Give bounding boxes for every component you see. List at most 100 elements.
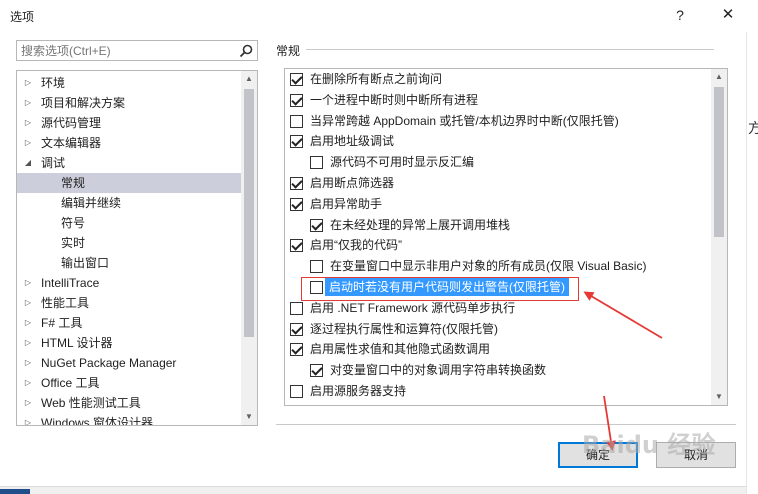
tree-item-label: 环境 — [41, 76, 66, 90]
checkbox-checked[interactable] — [290, 239, 303, 253]
tree-item-label: 源代码管理 — [41, 116, 102, 130]
option-row[interactable]: 在未经处理的异常上展开调用堆栈 — [285, 215, 705, 235]
tree-item-label: F# 工具 — [41, 316, 83, 330]
tree-item[interactable]: ▷ F# 工具 — [17, 313, 241, 333]
tree-item[interactable]: ▷ 文本编辑器 — [17, 133, 241, 153]
search-box[interactable] — [16, 40, 258, 61]
search-icon[interactable] — [238, 43, 254, 59]
option-row[interactable]: 启用“仅我的代码” — [285, 235, 705, 255]
option-row[interactable]: 启用属性求值和其他隐式函数调用 — [285, 339, 705, 359]
collapsed-arrow-icon[interactable]: ▷ — [23, 373, 33, 393]
collapsed-arrow-icon[interactable]: ▷ — [23, 133, 33, 153]
collapsed-arrow-icon[interactable]: ▷ — [23, 93, 33, 113]
tree-item[interactable]: ▷ Office 工具 — [17, 373, 241, 393]
checkbox-unchecked[interactable] — [290, 114, 303, 128]
option-label: 启用源服务器支持 — [310, 384, 407, 398]
collapsed-arrow-icon[interactable]: ▷ — [23, 113, 33, 133]
tree-item-label: 文本编辑器 — [41, 136, 102, 150]
scroll-up-icon[interactable]: ▲ — [241, 71, 257, 87]
tree-item-label: HTML 设计器 — [41, 336, 113, 350]
search-input[interactable] — [17, 41, 235, 60]
option-row[interactable]: 启用地址级调试 — [285, 131, 705, 151]
checkbox-checked[interactable] — [290, 135, 303, 149]
checkbox-checked[interactable] — [290, 177, 303, 190]
tree-item[interactable]: ▷ 项目和解决方案 — [17, 93, 241, 113]
tree-item[interactable]: 符号 — [17, 213, 241, 233]
collapsed-arrow-icon[interactable]: ▷ — [23, 273, 33, 293]
tree-item[interactable]: ▷ Web 性能测试工具 — [17, 393, 241, 413]
tree-item[interactable]: ▷ 性能工具 — [17, 293, 241, 313]
collapsed-arrow-icon[interactable]: ▷ — [23, 293, 33, 313]
checkbox-unchecked[interactable] — [310, 260, 323, 274]
option-label: 在变量窗口中显示非用户对象的所有成员(仅限 Visual Basic) — [330, 259, 647, 274]
tree-item-label: Office 工具 — [41, 376, 100, 390]
ok-button[interactable]: 确定 — [558, 442, 638, 468]
tree-item[interactable]: 常规 — [17, 173, 241, 193]
help-button[interactable]: ? — [665, 3, 695, 27]
tree-item[interactable]: 输出窗口 — [17, 253, 241, 273]
expanded-arrow-icon[interactable]: ◢ — [23, 153, 33, 173]
tree-item[interactable]: ▷ 源代码管理 — [17, 113, 241, 133]
section-divider — [306, 49, 714, 50]
option-row[interactable]: 在变量窗口中显示非用户对象的所有成员(仅限 Visual Basic) — [285, 256, 705, 276]
tree-item[interactable]: 编辑并继续 — [17, 193, 241, 213]
checkbox-checked[interactable] — [290, 322, 303, 336]
scroll-down-icon[interactable]: ▼ — [241, 409, 257, 425]
option-row[interactable]: 在删除所有断点之前询问 — [285, 69, 705, 89]
checkbox-unchecked[interactable] — [290, 385, 303, 398]
tree-item[interactable]: ▷ IntelliTrace — [17, 273, 241, 293]
checkbox-checked[interactable] — [310, 364, 323, 378]
checkbox-checked[interactable] — [310, 218, 323, 232]
option-row[interactable]: 启用源服务器支持 — [285, 381, 705, 401]
tree-item-label: 常规 — [61, 176, 86, 190]
collapsed-arrow-icon[interactable]: ▷ — [23, 353, 33, 373]
close-button[interactable]: ✕ — [708, 3, 748, 27]
tree-item-label: NuGet Package Manager — [41, 356, 177, 370]
option-row[interactable]: 启用断点筛选器 — [285, 173, 705, 193]
option-row[interactable]: 启用异常助手 — [285, 194, 705, 214]
option-label: 一个进程中断时则中断所有进程 — [310, 92, 479, 107]
title-bar: 选项 ? ✕ — [0, 0, 758, 32]
tree-item[interactable]: ▷ Windows 窗体设计器 — [17, 413, 241, 425]
option-label: 启用异常助手 — [310, 196, 383, 211]
tree-scroll-thumb[interactable] — [244, 89, 254, 337]
checkbox-unchecked[interactable] — [290, 301, 303, 315]
scroll-down-icon[interactable]: ▼ — [711, 389, 727, 405]
tree-item-label: 编辑并继续 — [61, 196, 122, 210]
checkbox-checked[interactable] — [290, 93, 303, 107]
options-scroll-thumb[interactable] — [714, 87, 724, 237]
checkbox-unchecked[interactable] — [310, 156, 323, 170]
option-row[interactable]: 逐过程执行属性和运算符(仅限托管) — [285, 319, 705, 339]
checkbox-checked[interactable] — [290, 343, 303, 357]
tree-item-label: 实时 — [61, 236, 86, 250]
tree-item[interactable]: 实时 — [17, 233, 241, 253]
cancel-button[interactable]: 取消 — [656, 442, 736, 468]
option-row[interactable]: 对变量窗口中的对象调用字符串转换函数 — [285, 360, 705, 380]
checkbox-checked[interactable] — [290, 197, 303, 211]
tree-item[interactable]: ▷ 环境 — [17, 73, 241, 93]
tree-item[interactable]: ▷ NuGet Package Manager — [17, 353, 241, 373]
option-label: 在删除所有断点之前询问 — [310, 72, 443, 86]
collapsed-arrow-icon[interactable]: ▷ — [23, 413, 33, 425]
scroll-up-icon[interactable]: ▲ — [711, 69, 727, 85]
background-window-text: 方 — [748, 120, 758, 136]
tree-item[interactable]: ▷ HTML 设计器 — [17, 333, 241, 353]
option-row[interactable]: 一个进程中断时则中断所有进程 — [285, 90, 705, 110]
option-label: 启用断点筛选器 — [310, 176, 395, 190]
section-title: 常规 — [276, 44, 301, 58]
collapsed-arrow-icon[interactable]: ▷ — [23, 313, 33, 333]
option-row[interactable]: 当异常跨越 AppDomain 或托管/本机边界时中断(仅限托管) — [285, 111, 705, 131]
collapsed-arrow-icon[interactable]: ▷ — [23, 333, 33, 353]
tree-item-label: 输出窗口 — [61, 256, 110, 270]
options-scrollbar[interactable]: ▲ ▼ — [711, 69, 727, 405]
tree-item[interactable]: ◢ 调试 — [17, 153, 241, 173]
background-taskbar-edge — [0, 486, 746, 494]
option-label: 源代码不可用时显示反汇编 — [330, 155, 475, 170]
collapsed-arrow-icon[interactable]: ▷ — [23, 73, 33, 93]
collapsed-arrow-icon[interactable]: ▷ — [23, 393, 33, 413]
option-row[interactable]: 源代码不可用时显示反汇编 — [285, 152, 705, 172]
checkbox-checked[interactable] — [290, 73, 303, 86]
tree-item-label: 项目和解决方案 — [41, 96, 126, 110]
tree-item-label: Web 性能测试工具 — [41, 396, 141, 410]
tree-scrollbar[interactable]: ▲ ▼ — [241, 71, 257, 425]
